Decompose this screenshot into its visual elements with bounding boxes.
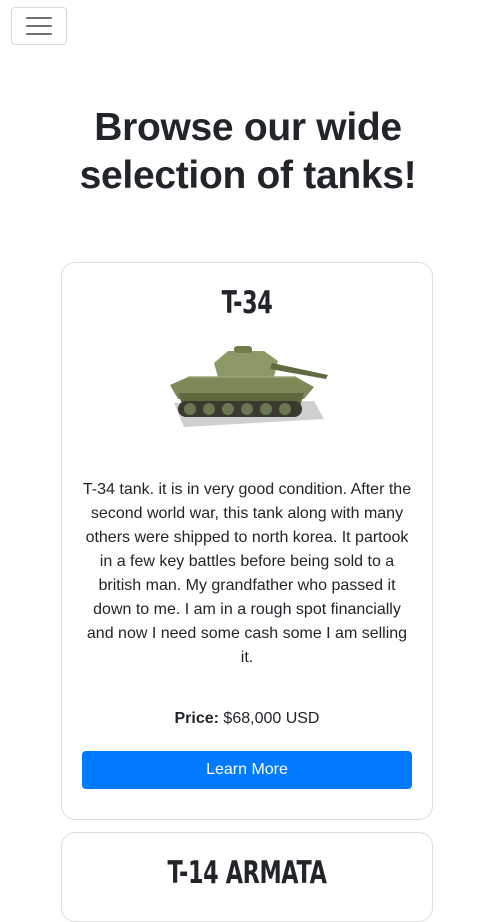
tank-card: T-14 ARMATA xyxy=(61,832,433,922)
page-title: Browse our wide selection of tanks! xyxy=(0,104,496,200)
price-label: Price: xyxy=(174,710,219,727)
navbar xyxy=(11,7,67,45)
tank-name: T-34 xyxy=(221,285,273,321)
tank-name: T-14 ARMATA xyxy=(167,855,327,891)
hamburger-menu-icon xyxy=(26,17,52,35)
page-title-line-2: selection of tanks! xyxy=(79,154,417,197)
menu-toggle-button[interactable] xyxy=(11,7,67,45)
tank-card: T-34 T-34 tank. it is in very good condi… xyxy=(61,262,433,820)
page-title-line-1: Browse our wide xyxy=(94,106,402,149)
tank-price: Price: $68,000 USD xyxy=(62,708,432,730)
tank-description: T-34 tank. it is in very good condition.… xyxy=(82,481,412,666)
t34-tank-image xyxy=(170,346,328,427)
learn-more-button[interactable]: Learn More xyxy=(82,751,412,789)
price-value: $68,000 USD xyxy=(223,710,320,727)
